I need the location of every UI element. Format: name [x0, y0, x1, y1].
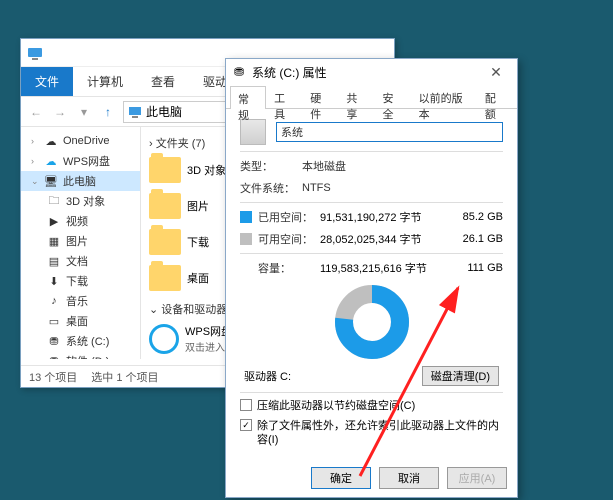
checkbox-icon[interactable] — [240, 399, 252, 411]
download-icon: ⬇ — [47, 274, 61, 288]
tree-item[interactable]: ▦图片 — [21, 231, 140, 251]
ok-button[interactable]: 确定 — [311, 467, 371, 489]
tree-item[interactable]: ♪音乐 — [21, 291, 140, 311]
desktop-icon: ▭ — [47, 314, 61, 328]
tab-quota[interactable]: 配额 — [477, 85, 513, 108]
disk-cleanup-button[interactable]: 磁盘清理(D) — [422, 366, 499, 386]
tab-security[interactable]: 安全 — [375, 85, 411, 108]
fs-label: 文件系统： — [240, 180, 302, 196]
tab-hardware[interactable]: 硬件 — [302, 85, 338, 108]
usage-chart — [332, 282, 412, 362]
dialog-title: 系统 (C:) 属性 — [252, 64, 327, 81]
free-bytes: 28,052,025,344 字节 — [320, 231, 453, 247]
folder-icon — [149, 157, 181, 183]
cloud-icon: ☁ — [44, 134, 58, 148]
type-label: 类型： — [240, 158, 302, 174]
fs-value: NTFS — [302, 182, 331, 194]
tree-wps[interactable]: ›☁WPS网盘 — [21, 151, 140, 171]
properties-dialog: ⛃ 系统 (C:) 属性 ✕ 常规 工具 硬件 共享 安全 以前的版本 配额 系… — [225, 58, 518, 498]
cancel-button[interactable]: 取消 — [379, 467, 439, 489]
music-icon: ♪ — [47, 294, 61, 308]
nav-fwd-icon: → — [51, 103, 69, 121]
tree-item[interactable]: 🗀3D 对象 — [21, 191, 140, 211]
image-icon: ▦ — [47, 234, 61, 248]
drive-name-input[interactable]: 系统 — [276, 122, 503, 142]
cap-gb: 111 GB — [453, 262, 503, 274]
tab-strip: 常规 工具 硬件 共享 安全 以前的版本 配额 — [226, 85, 517, 109]
compress-checkbox-row[interactable]: 压缩此驱动器以节约磁盘空间(C) — [240, 399, 503, 413]
used-gb: 85.2 GB — [453, 211, 503, 223]
drive-icon: ⛃ — [47, 354, 61, 359]
drive-icon: ⛃ — [232, 65, 246, 79]
tab-tools[interactable]: 工具 — [266, 85, 302, 108]
tree-thispc[interactable]: ⌄🖥此电脑 — [21, 171, 140, 191]
menu-computer[interactable]: 计算机 — [73, 67, 137, 96]
index-checkbox-row[interactable]: ✓除了文件属性外，还允许索引此驱动器上文件的内容(I) — [240, 419, 503, 447]
status-count: 13 个项目 — [29, 369, 77, 385]
nav-up-icon[interactable]: ↑ — [99, 103, 117, 121]
menu-view[interactable]: 查看 — [137, 67, 189, 96]
type-value: 本地磁盘 — [302, 158, 346, 174]
video-icon: ▶ — [47, 214, 61, 228]
free-label: 可用空间： — [258, 231, 320, 247]
checkbox-icon[interactable]: ✓ — [240, 419, 252, 431]
free-swatch — [240, 233, 252, 245]
tree-item[interactable]: ▭桌面 — [21, 311, 140, 331]
wps-icon — [149, 324, 179, 354]
tab-previous[interactable]: 以前的版本 — [411, 85, 477, 108]
nav-back-icon[interactable]: ← — [27, 103, 45, 121]
tree-item[interactable]: ⬇下载 — [21, 271, 140, 291]
thispc-icon: 🖥 — [44, 174, 58, 188]
tab-sharing[interactable]: 共享 — [338, 85, 374, 108]
folder-icon — [149, 229, 181, 255]
apply-button[interactable]: 应用(A) — [447, 467, 507, 489]
tree-item[interactable]: ▤文档 — [21, 251, 140, 271]
drive-icon: ⛃ — [47, 334, 61, 348]
nav-down-icon[interactable]: ▾ — [75, 103, 93, 121]
folder-icon — [149, 265, 181, 291]
breadcrumb: 此电脑 — [146, 103, 182, 120]
tree-item[interactable]: ⛃软件 (D:) — [21, 351, 140, 359]
thispc-icon — [128, 105, 142, 119]
folder-icon — [149, 193, 181, 219]
cloud-icon: ☁ — [44, 154, 58, 168]
tree-item[interactable]: ▶视频 — [21, 211, 140, 231]
thispc-icon — [27, 45, 43, 61]
tree-item[interactable]: ⛃系统 (C:) — [21, 331, 140, 351]
cap-label: 容量： — [258, 260, 320, 276]
used-bytes: 91,531,190,272 字节 — [320, 209, 453, 225]
doc-icon: ▤ — [47, 254, 61, 268]
used-swatch — [240, 211, 252, 223]
drive-label: 驱动器 C: — [244, 368, 291, 384]
menu-file[interactable]: 文件 — [21, 67, 73, 96]
close-icon[interactable]: ✕ — [481, 64, 511, 81]
tree-onedrive[interactable]: ›☁OneDrive — [21, 131, 140, 151]
status-selection: 选中 1 个项目 — [91, 369, 158, 385]
folder-icon: 🗀 — [47, 194, 61, 208]
cap-bytes: 119,583,215,616 字节 — [320, 260, 453, 276]
nav-tree: ›☁OneDrive ›☁WPS网盘 ⌄🖥此电脑 🗀3D 对象 ▶视频 ▦图片 … — [21, 127, 141, 359]
dialog-titlebar: ⛃ 系统 (C:) 属性 ✕ — [226, 59, 517, 85]
used-label: 已用空间： — [258, 209, 320, 225]
free-gb: 26.1 GB — [453, 233, 503, 245]
tab-general[interactable]: 常规 — [230, 86, 266, 109]
